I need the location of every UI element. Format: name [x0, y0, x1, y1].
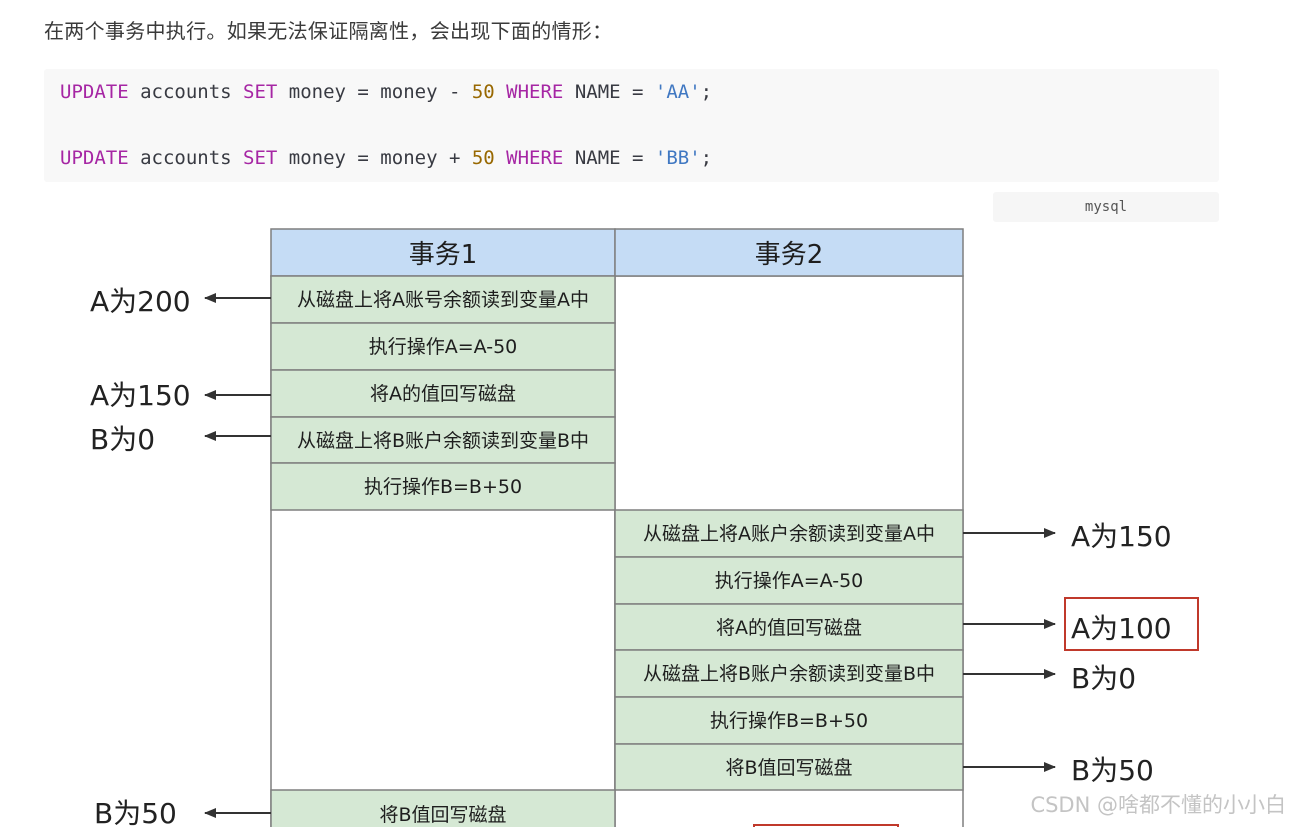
right-value-label: B为50: [1071, 754, 1154, 787]
tx1-step-label: 执行操作A=A-50: [369, 336, 518, 358]
tx2-step-label: 将A的值回写磁盘: [716, 617, 862, 639]
tx1-step-label: 将B值回写磁盘: [379, 804, 506, 826]
transaction-diagram: 事务1 事务2 从磁盘上将A账号余额读到变量A中 执行操作A=A-50 将A的值…: [90, 228, 1199, 827]
tx2-step-label: 从磁盘上将B账户余额读到变量B中: [643, 663, 935, 685]
right-value-label: A为100: [1071, 612, 1172, 645]
left-value-label: B为50: [94, 797, 177, 827]
tx2-header-label: 事务2: [755, 240, 824, 270]
tx2-step-label: 将B值回写磁盘: [725, 757, 852, 779]
tx1-step-label: 将A的值回写磁盘: [370, 383, 516, 405]
tx1-step-label: 执行操作B=B+50: [364, 476, 522, 498]
tx1-step-label: 从磁盘上将A账号余额读到变量A中: [297, 289, 589, 311]
left-value-label: B为0: [90, 423, 155, 456]
left-value-label: A为150: [90, 379, 191, 412]
tx2-step-label: 执行操作B=B+50: [710, 710, 868, 732]
tx2-step-label: 从磁盘上将A账户余额读到变量A中: [643, 523, 935, 545]
tx2-step-label: 执行操作A=A-50: [715, 570, 864, 592]
right-value-label: B为0: [1071, 662, 1136, 695]
left-value-label: A为200: [90, 285, 191, 318]
tx1-step-label: 从磁盘上将B账户余额读到变量B中: [297, 430, 589, 452]
tx1-header-label: 事务1: [409, 240, 478, 270]
watermark: CSDN @啥都不懂的小小白: [1030, 793, 1286, 817]
right-value-label: A为150: [1071, 520, 1172, 553]
